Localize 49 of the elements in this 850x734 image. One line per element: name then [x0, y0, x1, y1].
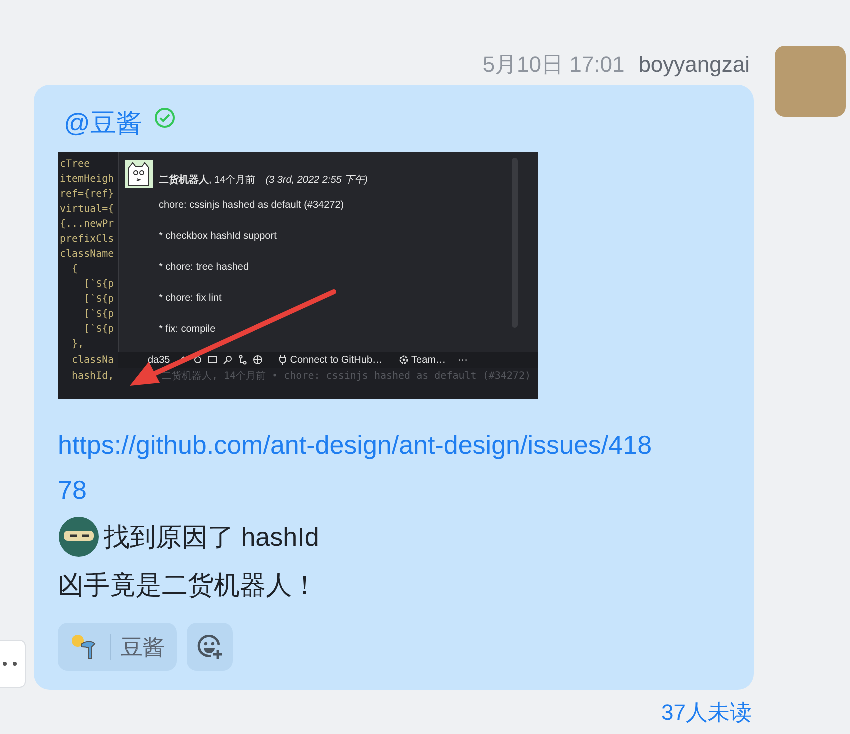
- code-line: cTree: [60, 158, 92, 172]
- blame-annotation: 二货机器人, 14个月前 • chore: cssinjs hashed as default (#34272): [161, 370, 531, 384]
- cat-avatar-icon: [125, 160, 153, 188]
- search-icon[interactable]: [223, 355, 234, 365]
- code-line: virtual={: [60, 203, 116, 217]
- commit-date: (3 3rd, 2022 2:55 下午): [266, 174, 368, 188]
- link[interactable]: https://github.com/ant-design/ant-design/issues/41878: [58, 423, 658, 513]
- code-line: [`${p: [83, 278, 116, 292]
- commit-author: 二货机器人: [159, 174, 209, 188]
- code-line: [`${p: [83, 308, 116, 322]
- code-line: classNa: [71, 354, 116, 368]
- add-emoji-icon: [196, 633, 224, 661]
- code-line: [`${p: [83, 293, 116, 307]
- code-line: {...newPr: [60, 218, 116, 232]
- code-line: hashId,: [71, 370, 116, 384]
- commit-message-line: * checkbox hashId support: [159, 230, 278, 244]
- commit-message-line: * chore: fix lint: [159, 292, 223, 306]
- unread-count-link[interactable]: 37人未读: [662, 696, 752, 729]
- panel-icon[interactable]: [208, 355, 218, 365]
- message-text: 凶手竟是二货机器人！: [58, 569, 318, 602]
- reaction-chip[interactable]: 豆酱: [58, 623, 177, 671]
- status-bar-item[interactable]: Team…: [398, 352, 446, 368]
- more-button[interactable]: ···: [458, 352, 468, 368]
- code-line: },: [71, 338, 86, 352]
- branch-icon[interactable]: [238, 355, 248, 365]
- commit-message-line: * fix: compile: [159, 323, 217, 337]
- code-line: itemHeigh: [60, 173, 116, 187]
- globe-icon[interactable]: [253, 355, 264, 365]
- gear-icon: [398, 355, 409, 365]
- commit-hash: da35: [148, 354, 170, 368]
- plug-icon: [279, 355, 288, 365]
- code-line: {: [71, 263, 80, 277]
- status-bar-item[interactable]: Connect to GitHub…: [279, 352, 383, 368]
- avatar-placeholder: [775, 46, 846, 117]
- commit-message-line: * chore: tree hashed: [159, 261, 250, 275]
- code-line: ref={ref}: [60, 188, 116, 202]
- code-line: [`${p: [83, 323, 116, 337]
- sync-icon[interactable]: [193, 355, 204, 365]
- add-reaction-button[interactable]: [187, 623, 233, 671]
- code-line: prefixCls: [60, 233, 116, 247]
- sender-name: boyyangzai: [638, 51, 750, 79]
- message-time: 5月10日 17:01: [482, 51, 625, 79]
- code-line: className: [60, 248, 116, 262]
- commit-message-line: chore: cssinjs hashed as default (#34272): [159, 199, 346, 213]
- ninja-emoji-icon: [58, 516, 100, 558]
- mention-link[interactable]: @豆酱: [64, 105, 142, 141]
- dots-icon: [3, 662, 19, 666]
- commit-age: , 14个月前: [209, 174, 256, 188]
- message-text: 找到原因了 hashId: [104, 521, 320, 554]
